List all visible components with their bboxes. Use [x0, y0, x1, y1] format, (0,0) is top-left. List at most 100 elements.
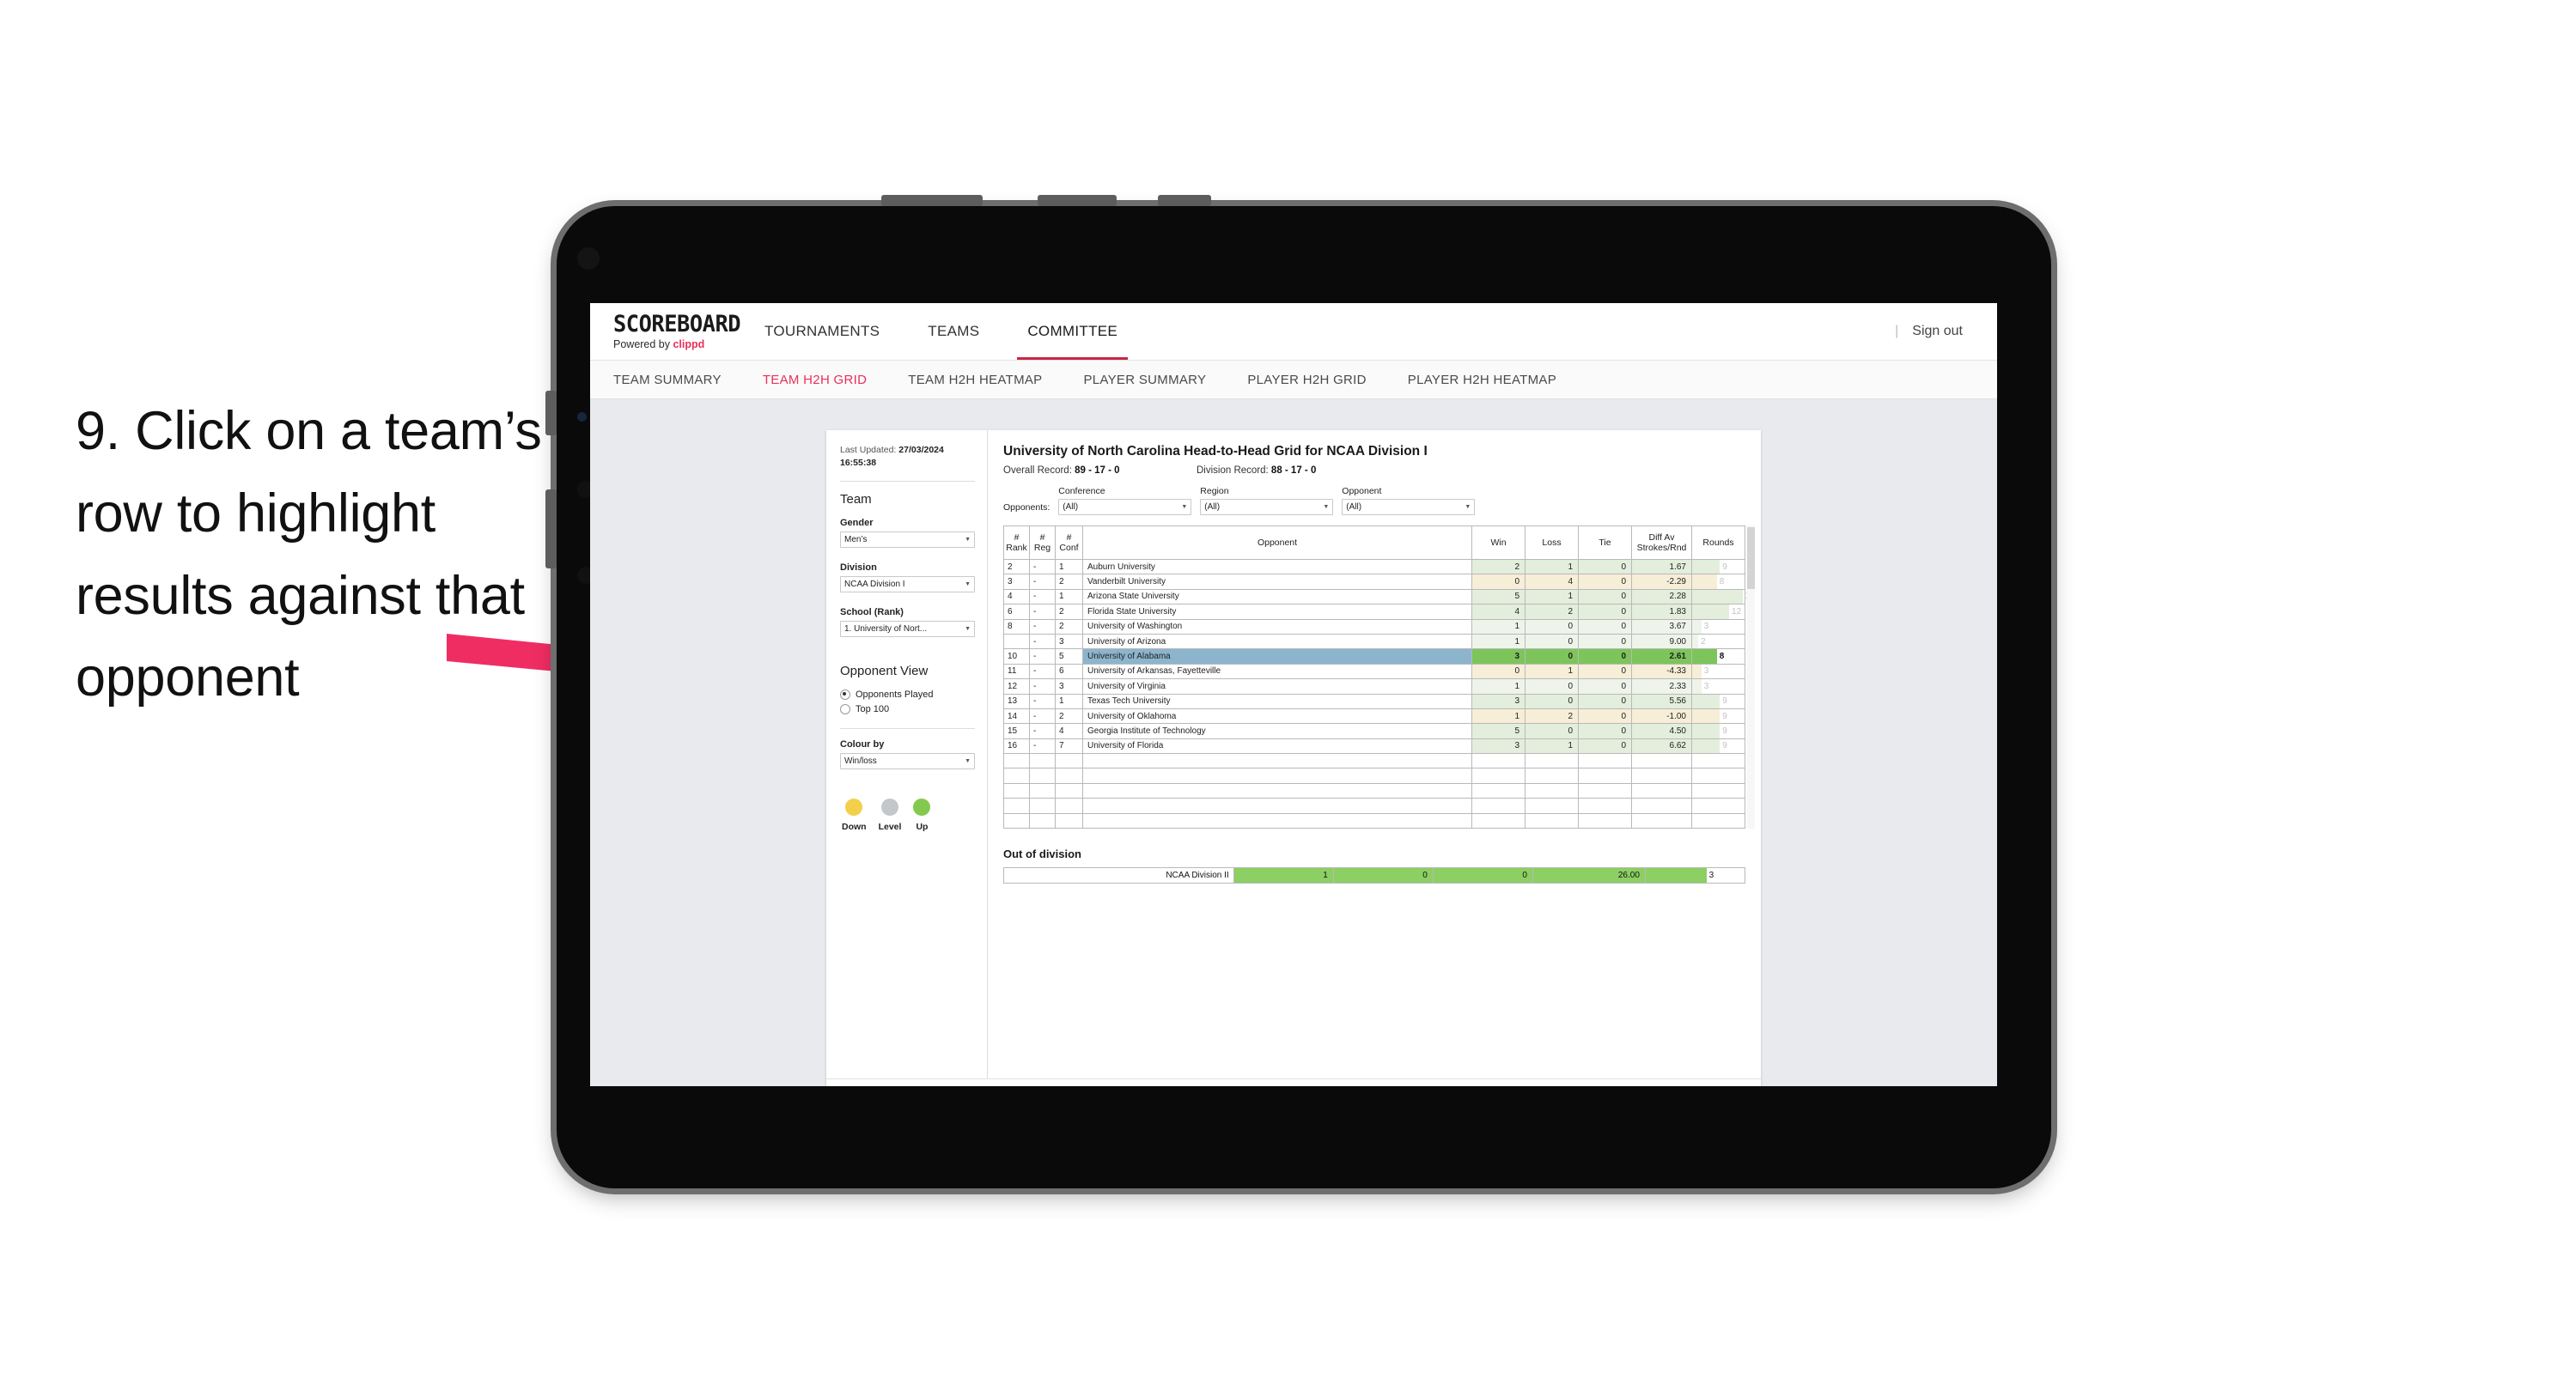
- table-row[interactable]: 11-6 University of Arkansas, Fayetteville…: [1003, 663, 1745, 680]
- rectangle-select-icon[interactable]: [950, 1083, 972, 1086]
- col-tie[interactable]: Tie: [1578, 525, 1632, 560]
- cell-tie: 0: [1578, 663, 1632, 680]
- cell-tie: 0: [1578, 558, 1632, 575]
- redo-icon[interactable]: [861, 1083, 883, 1086]
- tab-team-h2h-grid[interactable]: TEAM H2H GRID: [763, 373, 887, 387]
- col-rank[interactable]: # Rank: [1003, 525, 1030, 560]
- cell-win: 2: [1471, 558, 1526, 575]
- pan-icon[interactable]: [1001, 1083, 1023, 1086]
- table-row[interactable]: 12-3 University of Virginia 1 0 0 2.33 3: [1003, 678, 1745, 695]
- app-top-bar: SCOREBOARD Powered by clippd TOURNAMENTS…: [590, 303, 1997, 361]
- table-row[interactable]: 3-2 Vanderbilt University 0 4 0 -2.29 8: [1003, 574, 1745, 590]
- division-record: Division Record: 88 - 17 - 0: [1197, 465, 1316, 476]
- table-row[interactable]: 14-2 University of Oklahoma 1 2 0 -1.00 9: [1003, 708, 1745, 725]
- col-conf[interactable]: # Conf: [1055, 525, 1083, 560]
- region-filter: Region (All) ▼: [1200, 486, 1334, 515]
- watch-button[interactable]: Watch ▼: [1551, 1083, 1620, 1086]
- empty-cell: [1055, 798, 1083, 814]
- cell-conf: 4: [1055, 723, 1083, 739]
- cell-opponent: University of Alabama: [1082, 648, 1472, 665]
- col-opponent[interactable]: Opponent: [1082, 525, 1472, 560]
- table-row[interactable]: 15-4 Georgia Institute of Technology 5 0 0 4.…: [1003, 723, 1745, 739]
- opponent-label: Opponent: [1342, 486, 1382, 496]
- cell-rounds: 3: [1691, 663, 1745, 680]
- school-rank-select[interactable]: 1. University of Nort... ▼: [840, 621, 975, 638]
- cell-conf: 5: [1055, 648, 1083, 665]
- gender-label: Gender: [840, 518, 874, 529]
- device-top-button-1: [881, 195, 983, 206]
- cell-rank: 12: [1003, 678, 1030, 695]
- cell-loss: 1: [1525, 558, 1579, 575]
- tab-team-summary[interactable]: TEAM SUMMARY: [613, 373, 742, 387]
- region-value: (All): [1204, 502, 1221, 512]
- cell-tie: 0: [1578, 738, 1632, 755]
- radio-opponents-played[interactable]: Opponents Played: [840, 689, 975, 701]
- empty-cell: [1055, 782, 1083, 799]
- table-row[interactable]: 13-1 Texas Tech University 3 0 0 5.56 9: [1003, 693, 1745, 709]
- select-mode-caret-icon[interactable]: ▼: [972, 1083, 984, 1086]
- table-row[interactable]: 10-5 University of Alabama 3 0 0 2.61 8: [1003, 648, 1745, 665]
- empty-cell: [1003, 753, 1030, 769]
- nav-teams[interactable]: TEAMS: [904, 303, 1003, 360]
- empty-cell: [1631, 798, 1692, 814]
- out-of-division-table: NCAA Division II 1 0 0 26.00 3: [1003, 867, 1746, 884]
- region-select[interactable]: (All) ▼: [1200, 499, 1334, 515]
- tab-player-h2h-heatmap[interactable]: PLAYER H2H HEATMAP: [1408, 373, 1577, 387]
- pause-icon[interactable]: [928, 1083, 950, 1086]
- cell-win: 5: [1471, 723, 1526, 739]
- col-loss[interactable]: Loss: [1525, 525, 1579, 560]
- col-reg[interactable]: # Reg: [1029, 525, 1056, 560]
- grid-scrollbar-thumb[interactable]: [1747, 527, 1755, 589]
- sign-out-link[interactable]: Sign out: [1912, 324, 1963, 339]
- nav-committee[interactable]: COMMITTEE: [1003, 303, 1142, 360]
- conference-select[interactable]: (All) ▼: [1058, 499, 1192, 515]
- col-rounds[interactable]: Rounds: [1691, 525, 1745, 560]
- cell-rounds: 8: [1691, 648, 1745, 665]
- share-button[interactable]: Share: [1694, 1083, 1749, 1086]
- app-logo[interactable]: SCOREBOARD Powered by clippd: [590, 303, 741, 360]
- radio-top-100[interactable]: Top 100: [840, 704, 975, 715]
- legend-up-swatch-icon: [913, 799, 931, 817]
- gender-select[interactable]: Men’s ▼: [840, 532, 975, 549]
- colour-by-select[interactable]: Win/loss ▼: [840, 753, 975, 770]
- table-row[interactable]: 6-2 Florida State University 4 2 0 1.83 12: [1003, 604, 1745, 620]
- revert-icon[interactable]: [883, 1083, 905, 1086]
- save-custom-view-button[interactable]: Save Custom View: [1126, 1083, 1233, 1086]
- cell-diff: -1.00: [1631, 708, 1692, 725]
- empty-cell: [1691, 753, 1745, 769]
- legend-down-swatch-icon: [845, 799, 863, 817]
- refresh-icon[interactable]: [905, 1083, 928, 1086]
- table-row[interactable]: -3 University of Arizona 1 0 0 9.00 2: [1003, 633, 1745, 650]
- tab-player-h2h-grid[interactable]: PLAYER H2H GRID: [1247, 373, 1386, 387]
- download-button[interactable]: ▼: [1636, 1083, 1672, 1086]
- cell-diff: 2.33: [1631, 678, 1692, 695]
- cell-conf: 3: [1055, 633, 1083, 650]
- undo-icon[interactable]: [838, 1083, 861, 1086]
- fullscreen-icon[interactable]: [1672, 1083, 1694, 1086]
- division-field: Division NCAA Division I ▼: [840, 562, 975, 593]
- tab-player-summary[interactable]: PLAYER SUMMARY: [1083, 373, 1227, 387]
- cell-loss: 1: [1525, 663, 1579, 680]
- col-win[interactable]: Win: [1471, 525, 1526, 560]
- rounds-bar: [1692, 634, 1699, 649]
- cell-win: 1: [1471, 633, 1526, 650]
- table-row[interactable]: 8-2 University of Washington 1 0 0 3.67 3: [1003, 618, 1745, 635]
- opponent-select[interactable]: (All) ▼: [1342, 499, 1476, 515]
- filter-sidebar: Last Updated: 27/03/2024 16:55:38 Team G…: [826, 430, 988, 1078]
- overall-record: Overall Record: 89 - 17 - 0: [1003, 465, 1197, 476]
- rounds-value: 2: [1701, 636, 1706, 647]
- view-original-button[interactable]: View: Original: [1039, 1083, 1126, 1086]
- division-value: NCAA Division I: [844, 580, 905, 590]
- division-select[interactable]: NCAA Division I ▼: [840, 576, 975, 593]
- col-diff[interactable]: Diff Av Strokes/Rnd: [1631, 525, 1692, 560]
- tab-team-h2h-heatmap[interactable]: TEAM H2H HEATMAP: [908, 373, 1063, 387]
- out-of-division-row[interactable]: NCAA Division II 1 0 0 26.00 3: [1003, 867, 1746, 884]
- table-row[interactable]: 16-7 University of Florida 3 1 0 6.62 9: [1003, 738, 1745, 755]
- table-row[interactable]: 4-1Arizona State University5102.2817: [1003, 588, 1755, 605]
- table-row[interactable]: 2-1 Auburn University 2 1 0 1.67 9: [1003, 558, 1745, 575]
- legend-down-label: Down: [842, 822, 867, 833]
- cell-reg: -: [1029, 588, 1056, 605]
- conference-value: (All): [1063, 502, 1079, 512]
- nav-tournaments[interactable]: TOURNAMENTS: [740, 303, 904, 360]
- cell-rounds: 8: [1691, 574, 1745, 590]
